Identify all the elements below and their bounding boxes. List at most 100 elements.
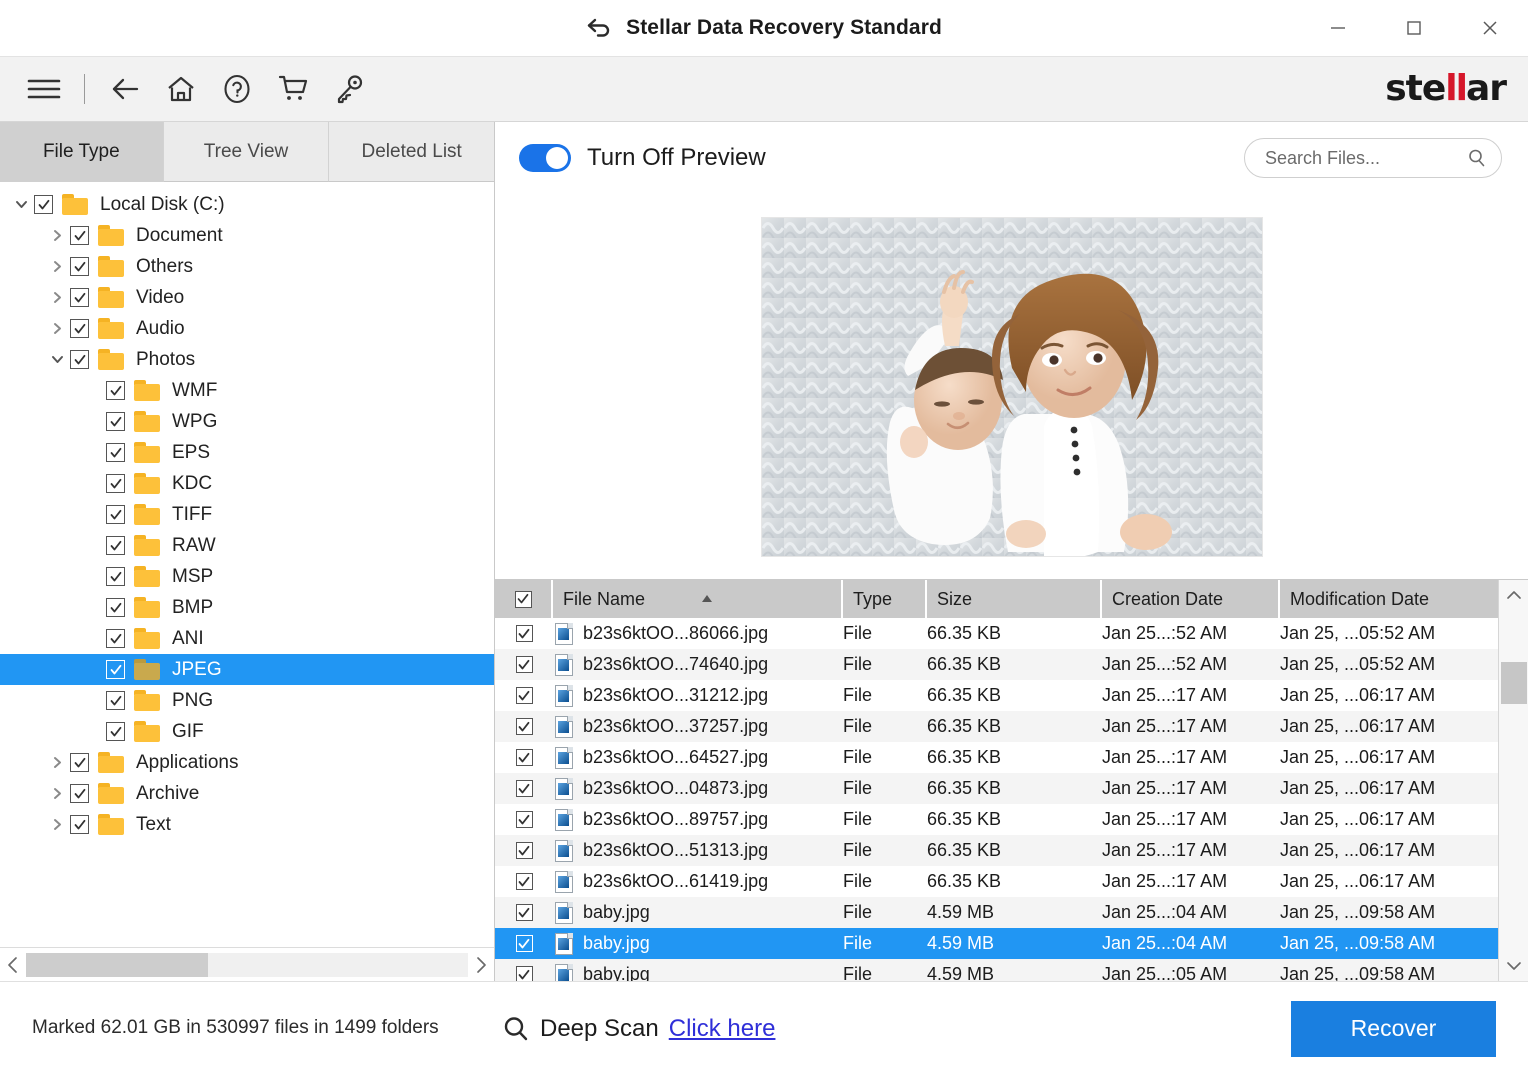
row-checkbox-box[interactable] (515, 873, 533, 890)
tree-item-checkbox[interactable] (106, 598, 125, 617)
tree-item-checkbox[interactable] (106, 474, 125, 493)
tree-item-checkbox[interactable] (70, 815, 89, 834)
row-checkbox-box[interactable] (515, 718, 533, 735)
row-checkbox[interactable] (495, 625, 553, 642)
tree-expander-icon[interactable] (44, 352, 70, 367)
row-checkbox[interactable] (495, 656, 553, 673)
preview-toggle[interactable] (519, 144, 571, 172)
tree-item-wmf[interactable]: WMF (0, 375, 494, 406)
tree-expander-icon[interactable] (44, 817, 70, 832)
tree-item-text[interactable]: Text (0, 809, 494, 840)
vscroll-thumb[interactable] (1500, 662, 1527, 704)
tree-item-archive[interactable]: Archive (0, 778, 494, 809)
tree-item-bmp[interactable]: BMP (0, 592, 494, 623)
tree-item-local-disk-c[interactable]: Local Disk (C:) (0, 189, 494, 220)
table-row[interactable]: b23s6ktOO...64527.jpg File 66.35 KB Jan 25.… (495, 742, 1498, 773)
tree-item-applications[interactable]: Applications (0, 747, 494, 778)
tree-item-audio[interactable]: Audio (0, 313, 494, 344)
table-row[interactable]: b23s6ktOO...51313.jpg File 66.35 KB Jan 25.… (495, 835, 1498, 866)
scroll-down-arrow-icon[interactable] (1499, 951, 1528, 981)
tree-item-eps[interactable]: EPS (0, 437, 494, 468)
tree-item-wpg[interactable]: WPG (0, 406, 494, 437)
tree-item-others[interactable]: Others (0, 251, 494, 282)
row-checkbox[interactable] (495, 811, 553, 828)
tab-tree-view[interactable]: Tree View (163, 122, 330, 182)
home-icon[interactable] (155, 63, 207, 115)
search-input[interactable] (1265, 147, 1467, 169)
tree-item-checkbox[interactable] (106, 629, 125, 648)
row-checkbox[interactable] (495, 842, 553, 859)
header-size[interactable]: Size (927, 580, 1102, 618)
row-checkbox-box[interactable] (515, 811, 533, 828)
row-checkbox-box[interactable] (515, 749, 533, 766)
tree-item-jpeg[interactable]: JPEG (0, 654, 494, 685)
header-type[interactable]: Type (843, 580, 927, 618)
tree-item-checkbox[interactable] (106, 722, 125, 741)
tree-item-gif[interactable]: GIF (0, 716, 494, 747)
tree-item-checkbox[interactable] (106, 691, 125, 710)
scroll-right-arrow-icon[interactable] (468, 949, 494, 981)
scroll-up-arrow-icon[interactable] (1499, 580, 1528, 610)
tree-expander-icon[interactable] (44, 786, 70, 801)
tree-item-checkbox[interactable] (106, 567, 125, 586)
tree-item-video[interactable]: Video (0, 282, 494, 313)
help-icon[interactable] (211, 63, 263, 115)
tree-item-checkbox[interactable] (106, 660, 125, 679)
hamburger-menu-icon[interactable] (18, 63, 70, 115)
tree-item-checkbox[interactable] (106, 505, 125, 524)
table-row[interactable]: b23s6ktOO...86066.jpg File 66.35 KB Jan 25.… (495, 618, 1498, 649)
header-file-name[interactable]: File Name (553, 580, 843, 618)
tree-item-checkbox[interactable] (70, 319, 89, 338)
row-checkbox-box[interactable] (515, 780, 533, 797)
table-row[interactable]: b23s6ktOO...04873.jpg File 66.35 KB Jan 25.… (495, 773, 1498, 804)
tree-item-ani[interactable]: ANI (0, 623, 494, 654)
table-row[interactable]: b23s6ktOO...37257.jpg File 66.35 KB Jan 25.… (495, 711, 1498, 742)
tree-expander-icon[interactable] (44, 290, 70, 305)
table-row[interactable]: baby.jpg File 4.59 MB Jan 25...:04 AM Jan 25… (495, 928, 1498, 959)
tree-item-checkbox[interactable] (70, 226, 89, 245)
table-row[interactable]: b23s6ktOO...89757.jpg File 66.35 KB Jan 25.… (495, 804, 1498, 835)
tree-item-photos[interactable]: Photos (0, 344, 494, 375)
select-all-checkbox-box[interactable] (514, 590, 532, 608)
row-checkbox-box[interactable] (515, 935, 533, 952)
tree-item-checkbox[interactable] (106, 381, 125, 400)
header-creation-date[interactable]: Creation Date (1102, 580, 1280, 618)
table-row[interactable]: b23s6ktOO...31212.jpg File 66.35 KB Jan 25.… (495, 680, 1498, 711)
hscroll-thumb[interactable] (26, 952, 208, 977)
row-checkbox-box[interactable] (515, 842, 533, 859)
tree-item-checkbox[interactable] (70, 257, 89, 276)
vscroll-track[interactable] (1499, 610, 1528, 951)
tree-item-checkbox[interactable] (34, 195, 53, 214)
tree-item-tiff[interactable]: TIFF (0, 499, 494, 530)
table-row[interactable]: b23s6ktOO...61419.jpg File 66.35 KB Jan 25.… (495, 866, 1498, 897)
tree-item-png[interactable]: PNG (0, 685, 494, 716)
key-icon[interactable] (323, 63, 375, 115)
tree-item-document[interactable]: Document (0, 220, 494, 251)
close-button[interactable] (1452, 0, 1528, 56)
file-type-tree[interactable]: Local Disk (C:) Document Others Video Audio P… (0, 182, 494, 947)
table-row[interactable]: baby.jpg File 4.59 MB Jan 25...:04 AM Jan 25… (495, 897, 1498, 928)
cart-icon[interactable] (267, 63, 319, 115)
file-list-vertical-scrollbar[interactable] (1498, 580, 1528, 981)
recover-button[interactable]: Recover (1291, 1000, 1496, 1057)
tab-deleted-list[interactable]: Deleted List (329, 122, 495, 182)
tree-item-checkbox[interactable] (70, 753, 89, 772)
header-modification-date[interactable]: Modification Date (1280, 580, 1498, 618)
row-checkbox[interactable] (495, 687, 553, 704)
row-checkbox[interactable] (495, 904, 553, 921)
deep-scan-link[interactable]: Click here (669, 1015, 776, 1043)
tab-file-type[interactable]: File Type (0, 122, 164, 182)
row-checkbox-box[interactable] (515, 687, 533, 704)
header-select-all-checkbox[interactable] (495, 580, 553, 618)
row-checkbox[interactable] (495, 718, 553, 735)
hscroll-track[interactable] (26, 952, 468, 977)
search-icon[interactable] (1467, 148, 1487, 168)
tree-horizontal-scrollbar[interactable] (0, 947, 494, 981)
tree-item-raw[interactable]: RAW (0, 530, 494, 561)
tree-item-checkbox[interactable] (70, 288, 89, 307)
tree-expander-icon[interactable] (44, 228, 70, 243)
tree-item-checkbox[interactable] (106, 412, 125, 431)
table-row[interactable]: b23s6ktOO...74640.jpg File 66.35 KB Jan 25.… (495, 649, 1498, 680)
tree-expander-icon[interactable] (44, 321, 70, 336)
row-checkbox[interactable] (495, 935, 553, 952)
